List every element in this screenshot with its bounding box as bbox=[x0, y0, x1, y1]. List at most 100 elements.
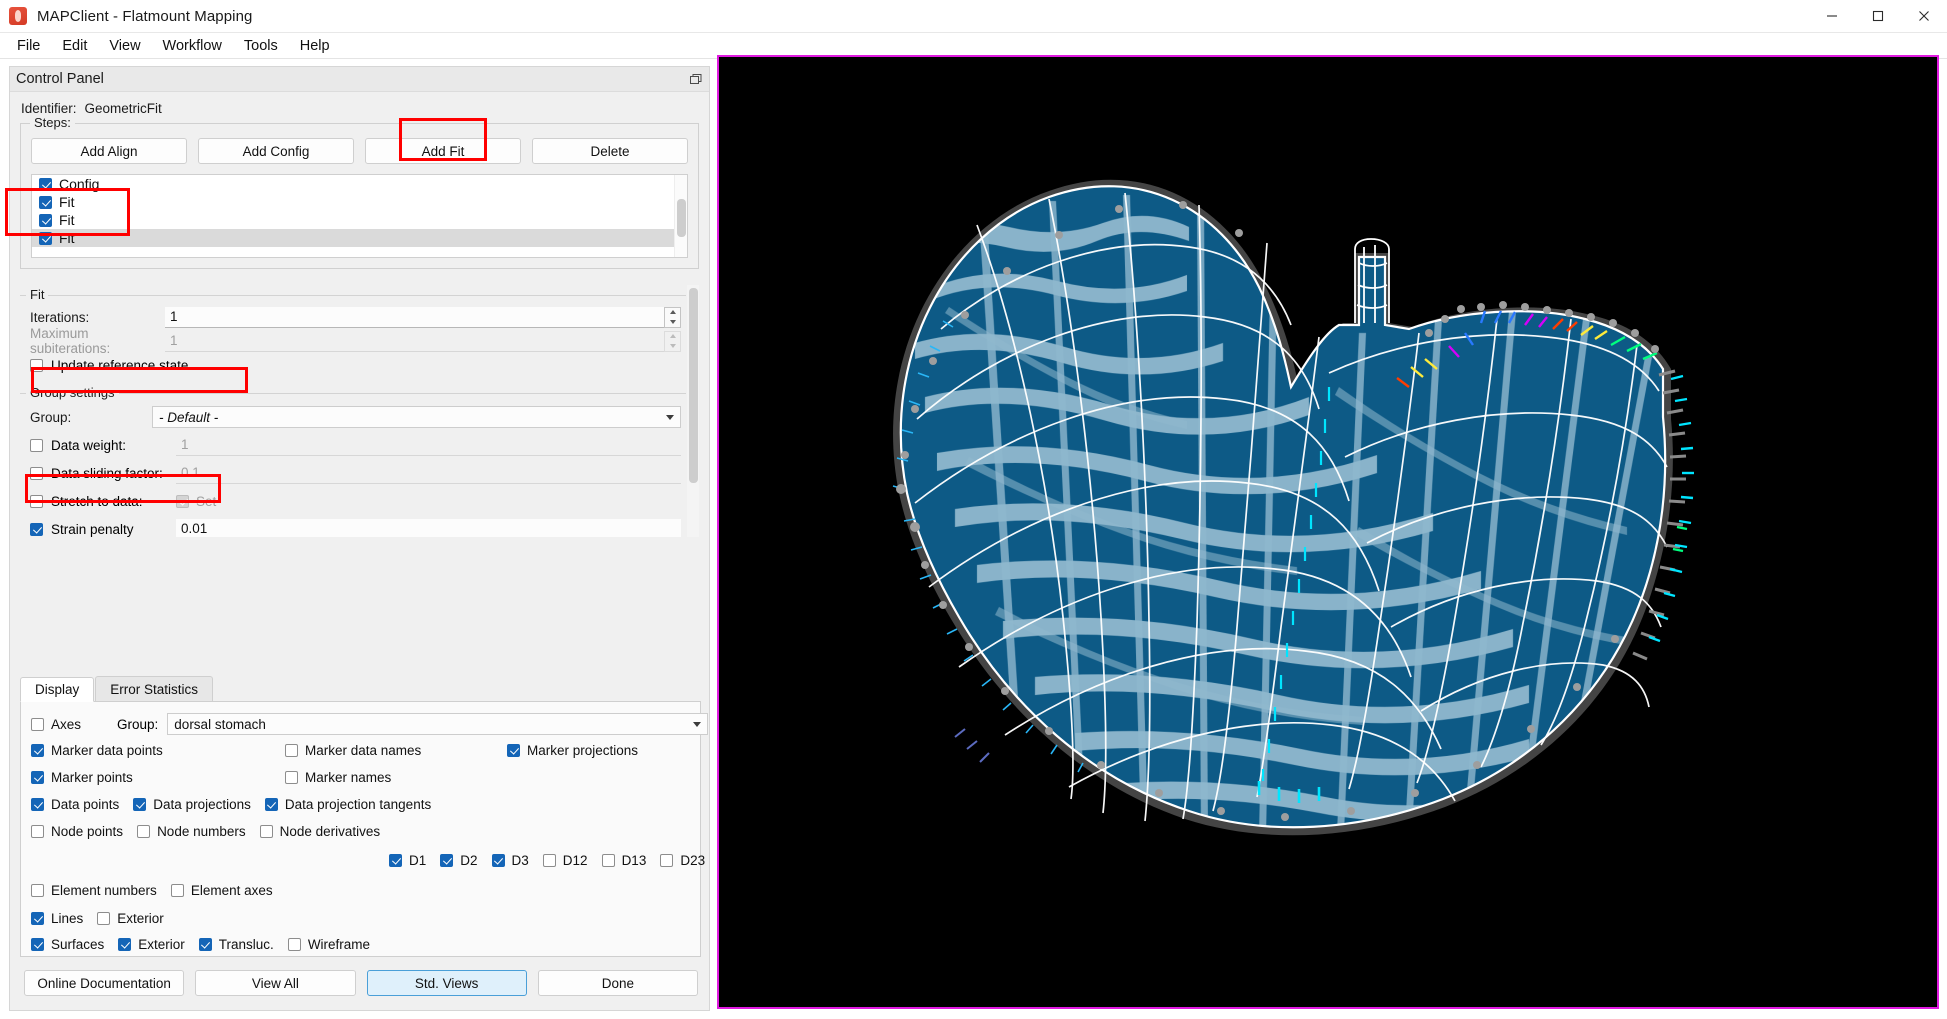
marker-points-row-inner[interactable]: Marker points bbox=[31, 770, 133, 785]
derivative-d2-row[interactable]: D2 bbox=[440, 853, 478, 868]
node-points-checkbox[interactable] bbox=[31, 825, 44, 838]
derivative-d12-row[interactable]: D12 bbox=[542, 853, 588, 868]
derivatives-row: D1 D2 D3 D12 D13 D23 bbox=[31, 845, 771, 876]
element-axes-row[interactable]: Element axes bbox=[170, 883, 273, 898]
surfaces-row-inner[interactable]: Surfaces bbox=[31, 937, 104, 952]
axes-checkbox-row[interactable]: Axes bbox=[31, 717, 81, 732]
step-checkbox[interactable] bbox=[39, 177, 52, 191]
marker-projections-checkbox[interactable] bbox=[507, 744, 520, 757]
step-checkbox[interactable] bbox=[39, 231, 52, 245]
derivative-d23-checkbox[interactable] bbox=[660, 854, 674, 867]
add-fit-button[interactable]: Add Fit bbox=[365, 138, 521, 164]
lines-exterior-row[interactable]: Exterior bbox=[97, 911, 164, 926]
strain-penalty-input[interactable]: 0.01 bbox=[176, 518, 681, 537]
surfaces-checkbox[interactable] bbox=[31, 937, 44, 951]
step-checkbox[interactable] bbox=[39, 195, 52, 209]
steps-list[interactable]: Config Fit Fit Fit bbox=[31, 174, 688, 258]
list-item[interactable]: Fit bbox=[32, 229, 674, 247]
translucent-row[interactable]: Transluc. bbox=[198, 937, 274, 952]
lines-exterior-checkbox[interactable] bbox=[97, 911, 111, 925]
scrollbar-thumb[interactable] bbox=[677, 199, 686, 237]
steps-list-scrollbar[interactable] bbox=[674, 175, 687, 257]
marker-points-row: Marker points Marker names bbox=[31, 764, 690, 791]
data-projection-tangents-row[interactable]: Data projection tangents bbox=[264, 797, 431, 812]
marker-names-row[interactable]: Marker names bbox=[285, 770, 391, 785]
data-sliding-factor-checkbox[interactable] bbox=[30, 466, 43, 480]
delete-button[interactable]: Delete bbox=[532, 138, 688, 164]
data-points-row-inner[interactable]: Data points bbox=[31, 797, 119, 812]
list-item[interactable]: Fit bbox=[32, 193, 674, 211]
list-item[interactable]: Config bbox=[32, 175, 674, 193]
marker-data-points-row[interactable]: Marker data points bbox=[31, 743, 163, 758]
wireframe-row[interactable]: Wireframe bbox=[287, 937, 370, 952]
menu-workflow[interactable]: Workflow bbox=[152, 34, 233, 58]
derivative-d13-row[interactable]: D13 bbox=[601, 853, 646, 868]
lines-checkbox[interactable] bbox=[31, 911, 44, 925]
lines-row-inner[interactable]: Lines bbox=[31, 911, 83, 926]
data-weight-checkbox[interactable] bbox=[30, 438, 43, 452]
marker-data-names-checkbox[interactable] bbox=[285, 744, 298, 757]
node-numbers-row[interactable]: Node numbers bbox=[137, 824, 246, 839]
derivative-d1-row[interactable]: D1 bbox=[389, 853, 426, 868]
menu-help[interactable]: Help bbox=[289, 34, 341, 58]
marker-points-checkbox[interactable] bbox=[31, 771, 44, 784]
tab-error-statistics[interactable]: Error Statistics bbox=[95, 676, 214, 701]
done-button[interactable]: Done bbox=[537, 970, 698, 996]
step-checkbox[interactable] bbox=[39, 213, 52, 227]
element-numbers-checkbox[interactable] bbox=[31, 884, 44, 897]
model-canvas[interactable] bbox=[719, 57, 1937, 1007]
axes-checkbox[interactable] bbox=[31, 717, 44, 731]
strain-penalty-checkbox[interactable] bbox=[30, 522, 43, 536]
display-group-select[interactable]: dorsal stomach bbox=[167, 713, 709, 735]
group-select[interactable]: - Default - bbox=[152, 406, 681, 428]
data-projections-row[interactable]: Data projections bbox=[133, 797, 251, 812]
node-derivatives-checkbox[interactable] bbox=[259, 825, 273, 838]
marker-data-names-row[interactable]: Marker data names bbox=[285, 743, 421, 758]
element-axes-checkbox[interactable] bbox=[170, 884, 184, 897]
wireframe-checkbox[interactable] bbox=[287, 937, 301, 951]
derivative-d1-checkbox[interactable] bbox=[389, 854, 402, 867]
derivative-d3-row[interactable]: D3 bbox=[491, 853, 529, 868]
stretch-to-data-checkbox[interactable] bbox=[30, 494, 43, 508]
add-align-button[interactable]: Add Align bbox=[31, 138, 187, 164]
marker-data-points-checkbox[interactable] bbox=[31, 744, 44, 757]
update-reference-state-checkbox[interactable] bbox=[30, 358, 43, 372]
node-points-row[interactable]: Node points bbox=[31, 824, 123, 839]
menu-file[interactable]: File bbox=[6, 34, 51, 58]
derivative-d3-checkbox[interactable] bbox=[491, 854, 505, 867]
node-numbers-checkbox[interactable] bbox=[137, 825, 151, 838]
view-all-button[interactable]: View All bbox=[195, 970, 356, 996]
menu-edit[interactable]: Edit bbox=[51, 34, 98, 58]
float-window-icon[interactable] bbox=[688, 72, 703, 87]
data-points-checkbox[interactable] bbox=[31, 798, 44, 811]
derivative-d12-checkbox[interactable] bbox=[542, 854, 556, 867]
data-projections-checkbox[interactable] bbox=[133, 798, 147, 811]
scrollbar-thumb[interactable] bbox=[689, 288, 698, 483]
marker-names-checkbox[interactable] bbox=[285, 771, 298, 784]
menu-view[interactable]: View bbox=[98, 34, 151, 58]
fit-settings-scrollbar[interactable] bbox=[687, 285, 699, 537]
derivative-d23-row[interactable]: D23 bbox=[660, 853, 705, 868]
minimize-icon[interactable] bbox=[1809, 0, 1855, 33]
iterations-stepper[interactable] bbox=[664, 306, 681, 328]
close-icon[interactable] bbox=[1901, 0, 1947, 33]
tab-display[interactable]: Display bbox=[20, 677, 95, 702]
node-derivatives-row[interactable]: Node derivatives bbox=[259, 824, 380, 839]
surfaces-exterior-checkbox[interactable] bbox=[118, 937, 132, 951]
update-reference-state-row[interactable]: Update reference state bbox=[25, 353, 681, 377]
derivative-d2-checkbox[interactable] bbox=[440, 854, 454, 867]
iterations-input[interactable]: 1 bbox=[165, 306, 664, 328]
add-config-button[interactable]: Add Config bbox=[198, 138, 354, 164]
menu-tools[interactable]: Tools bbox=[233, 34, 289, 58]
element-numbers-row[interactable]: Element numbers bbox=[31, 883, 157, 898]
data-projection-tangents-checkbox[interactable] bbox=[264, 798, 278, 811]
std-views-button[interactable]: Std. Views bbox=[366, 970, 527, 996]
list-item[interactable]: Fit bbox=[32, 211, 674, 229]
3d-model-viewport[interactable] bbox=[717, 55, 1939, 1009]
marker-projections-row[interactable]: Marker projections bbox=[507, 743, 638, 758]
surfaces-exterior-row[interactable]: Exterior bbox=[118, 937, 185, 952]
translucent-checkbox[interactable] bbox=[198, 937, 212, 951]
maximize-icon[interactable] bbox=[1855, 0, 1901, 33]
online-documentation-button[interactable]: Online Documentation bbox=[24, 970, 185, 996]
derivative-d13-checkbox[interactable] bbox=[601, 854, 615, 867]
